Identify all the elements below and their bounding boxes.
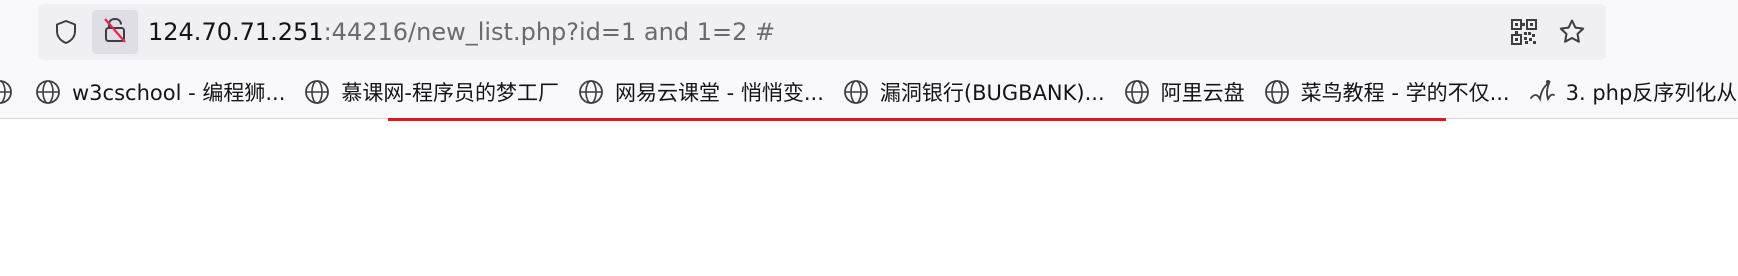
insecure-lock-icon: [100, 15, 130, 49]
bookmark-item[interactable]: 菜鸟教程 - 学的不仅...: [1263, 72, 1520, 112]
red-divider-line: [388, 118, 1446, 121]
bookmark-item[interactable]: 慕课网-程序员的梦工厂: [303, 72, 569, 112]
globe-icon: [303, 78, 331, 106]
bookmark-partial-icon[interactable]: [0, 72, 34, 112]
bookmark-item[interactable]: w3cschool - 编程狮...: [34, 72, 295, 112]
page-content: [0, 119, 1738, 276]
bookmark-item[interactable]: 漏洞银行(BUGBANK)...: [842, 72, 1115, 112]
url-path: :44216/new_list.php?id=1 and 1=2 #: [323, 18, 776, 46]
url-host: 124.70.71.251: [148, 18, 324, 46]
bookmark-item[interactable]: 网易云课堂 - 悄悄变...: [577, 72, 834, 112]
bookmark-label: 阿里云盘: [1160, 81, 1245, 105]
star-icon[interactable]: [1556, 16, 1588, 48]
globe-icon: [1123, 78, 1151, 106]
globe-icon: [1263, 78, 1291, 106]
bookmark-item[interactable]: 阿里云盘: [1123, 72, 1255, 112]
custom-favicon-icon: [1528, 78, 1556, 106]
bookmarks-toolbar: w3cschool - 编程狮... 慕课网-程序员的梦工厂 网易云课堂 - 悄悄变…: [0, 66, 1738, 119]
url-text[interactable]: 124.70.71.251:44216/new_list.php?id=1 an…: [148, 18, 775, 46]
globe-icon: [0, 78, 14, 106]
qr-code-icon[interactable]: [1508, 16, 1540, 48]
bookmark-label: 漏洞银行(BUGBANK)...: [879, 81, 1105, 105]
globe-icon: [34, 78, 62, 106]
navigation-toolbar: 124.70.71.251:44216/new_list.php?id=1 an…: [0, 0, 1738, 66]
bookmark-label: 菜鸟教程 - 学的不仅...: [1300, 81, 1510, 105]
address-bar[interactable]: 124.70.71.251:44216/new_list.php?id=1 an…: [38, 4, 1606, 60]
globe-icon: [842, 78, 870, 106]
bookmark-label: w3cschool - 编程狮...: [72, 81, 286, 105]
insecure-lock-button[interactable]: [92, 10, 138, 54]
bookmark-label: 网易云课堂 - 悄悄变...: [614, 81, 824, 105]
bookmark-label: 3. php反序列化从: [1565, 81, 1738, 105]
shield-icon[interactable]: [50, 16, 82, 48]
bookmark-label: 慕课网-程序员的梦工厂: [341, 81, 559, 105]
bookmark-item[interactable]: 3. php反序列化从: [1528, 72, 1738, 112]
globe-icon: [577, 78, 605, 106]
